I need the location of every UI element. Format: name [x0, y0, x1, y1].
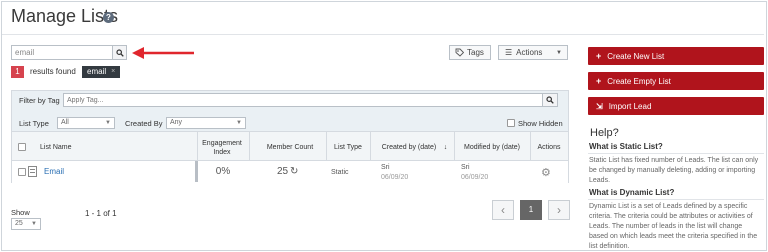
created-by-label: Created By	[125, 119, 163, 128]
help-icon[interactable]: ?	[103, 12, 114, 23]
list-name-link[interactable]: Email	[44, 167, 64, 176]
list-document-icon	[28, 166, 37, 177]
help-divider	[588, 199, 764, 200]
col-modified-by[interactable]: Modified by (date)	[456, 143, 528, 152]
actions-dropdown[interactable]: ☰ Actions ▼	[498, 45, 568, 60]
modified-date: 06/09/20	[461, 174, 489, 181]
filter-by-tag-label: Filter by Tag	[19, 96, 60, 105]
search-icon	[546, 96, 554, 104]
col-divider	[530, 132, 531, 161]
col-list-name[interactable]: List Name	[40, 143, 72, 152]
create-empty-list-label: Create Empty List	[607, 76, 671, 86]
show-label: Show	[11, 208, 30, 217]
static-list-text: Static List has fixed number of Leads. T…	[589, 157, 759, 184]
page-title: Manage Lists	[11, 6, 119, 26]
red-arrow-annotation	[132, 47, 194, 59]
tag-icon	[455, 48, 464, 57]
search-filter-chip[interactable]: email ×	[82, 66, 121, 78]
list-type-select[interactable]: All ▼	[57, 117, 115, 129]
gear-icon[interactable]: ⚙	[541, 166, 551, 179]
import-lead-label: Import Lead	[608, 101, 652, 111]
sort-down-icon[interactable]: ↓	[441, 143, 450, 152]
prev-page-button[interactable]: ‹	[492, 200, 514, 220]
row-checkbox[interactable]	[18, 168, 26, 176]
engagement-value: 0%	[215, 166, 231, 177]
import-icon: ⇲	[596, 101, 603, 111]
search-button[interactable]	[113, 45, 127, 60]
plus-icon: +	[596, 76, 602, 86]
col-actions: Actions	[537, 144, 561, 151]
chevron-down-icon: ▼	[556, 49, 562, 56]
frozen-column-divider	[195, 161, 198, 182]
chevron-right-icon: ›	[557, 203, 561, 217]
chevron-down-icon: ▼	[236, 120, 242, 126]
page-size-value: 25	[15, 220, 23, 227]
page-size-select[interactable]: 25 ▼	[11, 218, 41, 230]
list-type-value: All	[61, 119, 69, 126]
col-divider	[197, 132, 198, 161]
member-count-value: 25	[277, 166, 289, 177]
apply-tag-input[interactable]	[63, 93, 543, 107]
created-by-select[interactable]: Any ▼	[166, 117, 246, 129]
static-list-heading: What is Static List?	[589, 142, 663, 151]
title-divider	[2, 34, 764, 35]
search-icon	[116, 49, 124, 57]
results-found-label: results found	[30, 67, 76, 76]
list-icon: ☰	[505, 48, 513, 57]
chevron-down-icon: ▼	[31, 221, 37, 227]
created-date: 06/09/20	[381, 174, 409, 181]
created-by-name: Sri	[381, 164, 390, 171]
chevron-left-icon: ‹	[501, 203, 505, 217]
help-divider	[588, 153, 764, 154]
create-new-list-button[interactable]: + Create New List	[588, 47, 764, 65]
chip-label: email	[87, 67, 107, 76]
chip-close-icon[interactable]: ×	[111, 66, 115, 78]
create-new-list-label: Create New List	[607, 51, 665, 61]
modified-by-name: Sri	[461, 164, 470, 171]
actions-label: Actions	[516, 48, 543, 57]
tags-button[interactable]: Tags	[449, 45, 491, 60]
select-all-checkbox[interactable]	[18, 143, 26, 151]
col-divider	[370, 132, 371, 161]
list-type-label: List Type	[19, 119, 49, 128]
import-lead-button[interactable]: ⇲ Import Lead	[588, 97, 764, 115]
next-page-button[interactable]: ›	[548, 200, 570, 220]
col-created-by[interactable]: Created by (date)	[374, 143, 444, 152]
chevron-down-icon: ▼	[105, 120, 111, 126]
col-list-type[interactable]: List Type	[327, 143, 369, 152]
current-page-button[interactable]: 1	[520, 200, 542, 220]
plus-icon: +	[596, 51, 602, 61]
create-empty-list-button[interactable]: + Create Empty List	[588, 72, 764, 90]
dynamic-list-text: Dynamic List is a set of Leads defined b…	[589, 203, 758, 250]
refresh-icon[interactable]: ↻	[290, 166, 298, 177]
tags-label: Tags	[467, 48, 484, 57]
show-hidden-label: Show Hidden	[518, 119, 563, 128]
list-type-value: Static	[331, 169, 349, 176]
dynamic-list-heading: What is Dynamic List?	[589, 188, 675, 197]
help-title: Help?	[590, 127, 619, 139]
created-by-value: Any	[170, 119, 183, 126]
pagination-range: 1 - 1 of 1	[85, 209, 117, 218]
show-hidden-checkbox[interactable]	[507, 119, 515, 127]
results-count-badge: 1	[11, 66, 24, 78]
col-divider	[249, 132, 250, 161]
col-member-count[interactable]: Member Count	[254, 143, 326, 152]
col-divider	[454, 132, 455, 161]
col-engagement-index[interactable]: Engagement Index	[199, 139, 245, 157]
search-input[interactable]	[11, 45, 113, 60]
apply-tag-search-button[interactable]	[543, 93, 558, 107]
